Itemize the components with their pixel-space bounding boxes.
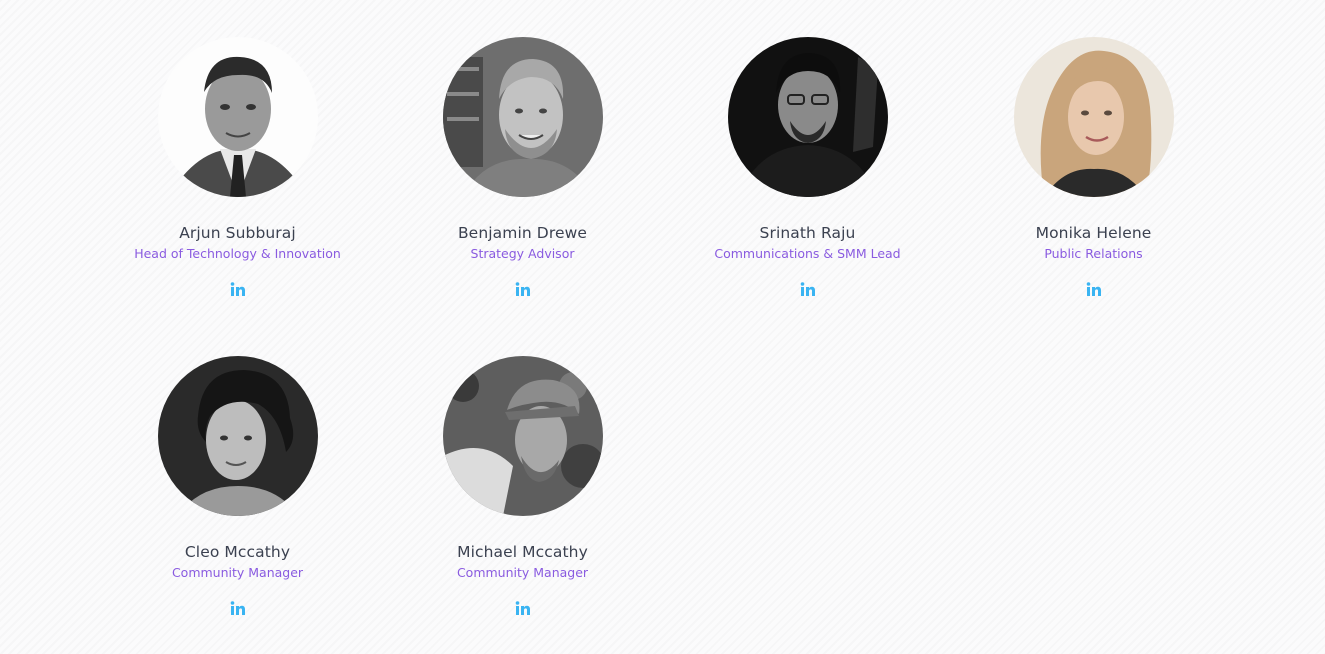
team-member-card: Arjun Subburaj Head of Technology & Inno… <box>95 37 380 304</box>
linkedin-icon <box>1086 282 1101 296</box>
linkedin-link[interactable] <box>513 280 533 300</box>
member-role: Communications & SMM Lead <box>714 246 901 261</box>
linkedin-icon <box>230 282 245 296</box>
avatar <box>442 37 603 197</box>
linkedin-link[interactable] <box>228 280 248 300</box>
member-name: Michael Mccathy <box>457 543 588 561</box>
linkedin-icon <box>230 601 245 615</box>
member-role: Head of Technology & Innovation <box>134 246 341 261</box>
team-grid: Arjun Subburaj Head of Technology & Inno… <box>0 0 1325 654</box>
team-member-card: Cleo Mccathy Community Manager <box>95 356 380 623</box>
linkedin-icon <box>515 601 530 615</box>
member-role: Public Relations <box>1044 246 1143 261</box>
linkedin-link[interactable] <box>798 280 818 300</box>
avatar <box>727 37 888 197</box>
avatar <box>157 356 318 516</box>
member-role: Community Manager <box>171 565 304 580</box>
linkedin-link[interactable] <box>228 599 248 619</box>
avatar <box>157 37 318 197</box>
member-name: Cleo Mccathy <box>184 543 291 561</box>
member-name: Benjamin Drewe <box>457 224 588 242</box>
team-member-card: Michael Mccathy Community Manager <box>380 356 665 623</box>
member-role: Strategy Advisor <box>470 246 575 261</box>
team-member-card: Monika Helene Public Relations <box>951 37 1236 304</box>
team-member-card: Benjamin Drewe Strategy Advisor <box>380 37 665 304</box>
team-member-card: Srinath Raju Communications & SMM Lead <box>665 37 950 304</box>
member-name: Monika Helene <box>1035 224 1152 242</box>
member-name: Srinath Raju <box>759 224 856 242</box>
member-role: Community Manager <box>456 565 589 580</box>
avatar <box>1013 37 1174 197</box>
member-name: Arjun Subburaj <box>179 224 296 242</box>
linkedin-icon <box>515 282 530 296</box>
linkedin-icon <box>800 282 815 296</box>
linkedin-link[interactable] <box>1084 280 1104 300</box>
linkedin-link[interactable] <box>513 599 533 619</box>
avatar <box>442 356 603 516</box>
